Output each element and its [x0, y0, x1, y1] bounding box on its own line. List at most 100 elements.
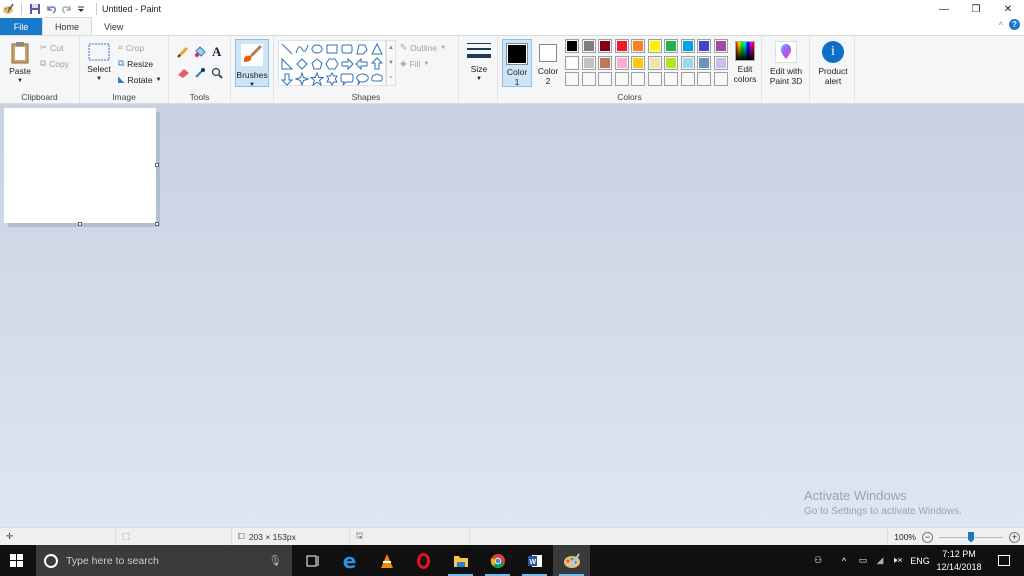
palette-color-swatch[interactable]: [581, 39, 596, 53]
text-tool-icon[interactable]: A: [212, 44, 221, 60]
shape-down-arrow-icon[interactable]: [280, 72, 295, 87]
palette-color-swatch[interactable]: [664, 39, 678, 53]
color-picker-icon[interactable]: [194, 67, 206, 79]
palette-color-swatch[interactable]: [713, 39, 728, 53]
fill-button[interactable]: ◈ Fill ▼: [400, 58, 429, 69]
eraser-icon[interactable]: [177, 68, 190, 79]
shape-rounded-rectangle-icon[interactable]: [340, 42, 355, 57]
palette-color-swatch[interactable]: [647, 72, 662, 86]
palette-color-swatch[interactable]: [697, 39, 711, 53]
people-icon[interactable]: ⚇: [806, 555, 830, 566]
zoom-slider-thumb[interactable]: [968, 531, 974, 543]
clock[interactable]: 7:12 PM 12/14/2018: [934, 548, 984, 574]
fill-bucket-icon[interactable]: [194, 45, 207, 58]
save-icon[interactable]: [29, 3, 41, 15]
color2-button[interactable]: Color 2: [534, 39, 562, 87]
crop-button[interactable]: ⌗ Crop: [118, 42, 144, 53]
opera-button[interactable]: [405, 545, 442, 576]
help-icon[interactable]: ?: [1009, 19, 1020, 30]
palette-color-swatch[interactable]: [664, 55, 678, 70]
shape-rectangle-icon[interactable]: [325, 42, 340, 57]
zoom-slider[interactable]: [939, 531, 1003, 543]
palette-color-swatch[interactable]: [614, 72, 629, 86]
palette-color-swatch[interactable]: [680, 39, 695, 53]
minimize-button[interactable]: —: [928, 0, 960, 18]
palette-color-swatch[interactable]: [598, 72, 612, 86]
word-button[interactable]: W: [516, 545, 553, 576]
resize-button[interactable]: ⧉ Resize: [118, 58, 153, 69]
palette-color-swatch[interactable]: [598, 55, 612, 70]
zoom-out-icon[interactable]: −: [922, 531, 933, 543]
palette-color-swatch[interactable]: [565, 39, 579, 53]
paint-button[interactable]: [553, 545, 590, 576]
shape-triangle-icon[interactable]: [370, 42, 385, 57]
shape-right-arrow-icon[interactable]: [340, 57, 355, 72]
file-explorer-button[interactable]: [442, 545, 479, 576]
select-button[interactable]: Select ▼: [84, 42, 114, 84]
shape-oval-icon[interactable]: [310, 42, 325, 57]
start-button[interactable]: [10, 554, 23, 569]
shape-hexagon-icon[interactable]: [325, 57, 340, 72]
language-indicator[interactable]: ENG: [906, 556, 934, 566]
shape-oval-callout-icon[interactable]: [355, 72, 370, 87]
palette-color-swatch[interactable]: [697, 72, 711, 86]
shape-polygon-icon[interactable]: [355, 42, 370, 57]
collapse-ribbon-icon[interactable]: ^: [999, 20, 1003, 30]
palette-color-swatch[interactable]: [631, 39, 645, 53]
canvas-workspace[interactable]: Activate Windows Go to Settings to activ…: [0, 104, 1024, 527]
palette-color-swatch[interactable]: [631, 55, 645, 70]
microphone-icon[interactable]: 🎙: [269, 554, 282, 567]
resize-handle-bottom[interactable]: [78, 222, 82, 226]
close-button[interactable]: ✕: [992, 0, 1024, 18]
shape-right-triangle-icon[interactable]: [280, 57, 295, 72]
wifi-icon[interactable]: ◢: [872, 555, 888, 566]
action-center-icon[interactable]: [984, 555, 1024, 566]
palette-color-swatch[interactable]: [680, 72, 695, 86]
shapes-gallery-scroll[interactable]: ▲ ▼ ⩡: [386, 40, 396, 86]
paste-button[interactable]: Paste ▼: [4, 40, 36, 86]
show-hidden-icons[interactable]: ^: [834, 556, 854, 566]
tab-home[interactable]: Home: [42, 17, 93, 35]
edge-button[interactable]: e: [331, 545, 368, 576]
palette-color-swatch[interactable]: [664, 72, 678, 86]
task-view-button[interactable]: [294, 545, 331, 576]
palette-color-swatch[interactable]: [565, 55, 579, 70]
shape-rounded-callout-icon[interactable]: [340, 72, 355, 87]
resize-handle-corner[interactable]: [155, 222, 159, 226]
copy-button[interactable]: ⧉ Copy: [40, 58, 69, 69]
pencil-icon[interactable]: [177, 46, 189, 58]
palette-color-swatch[interactable]: [614, 55, 629, 70]
palette-color-swatch[interactable]: [614, 39, 629, 53]
shape-diamond-icon[interactable]: [295, 57, 310, 72]
restore-button[interactable]: ❐: [960, 0, 992, 18]
palette-color-swatch[interactable]: [680, 55, 695, 70]
shape-curve-icon[interactable]: [295, 42, 310, 57]
customize-dropdown-icon[interactable]: [77, 3, 89, 15]
palette-color-swatch[interactable]: [581, 72, 596, 86]
shape-pentagon-icon[interactable]: [310, 57, 325, 72]
volume-muted-icon[interactable]: 🕨×: [888, 555, 906, 566]
edit-colors-button[interactable]: Edit colors: [730, 39, 760, 84]
drawing-canvas[interactable]: [4, 108, 156, 223]
palette-color-swatch[interactable]: [565, 72, 579, 86]
palette-color-swatch[interactable]: [713, 55, 728, 70]
tab-view[interactable]: View: [92, 18, 135, 35]
chrome-button[interactable]: [479, 545, 516, 576]
palette-color-swatch[interactable]: [631, 72, 645, 86]
zoom-in-icon[interactable]: +: [1009, 531, 1020, 543]
shape-five-point-star-icon[interactable]: [309, 71, 325, 87]
resize-handle-right[interactable]: [155, 163, 159, 167]
rotate-button[interactable]: ◣ Rotate ▼: [118, 74, 162, 85]
palette-color-swatch[interactable]: [598, 39, 612, 53]
magnifier-icon[interactable]: [211, 67, 223, 79]
outline-button[interactable]: ✎ Outline ▼: [400, 42, 446, 53]
palette-color-swatch[interactable]: [697, 55, 711, 70]
undo-icon[interactable]: [45, 3, 57, 15]
palette-color-swatch[interactable]: [647, 55, 662, 70]
shape-four-point-star-icon[interactable]: [294, 71, 310, 87]
vlc-button[interactable]: [368, 545, 405, 576]
battery-icon[interactable]: ▭: [854, 555, 872, 566]
shape-six-point-star-icon[interactable]: [325, 71, 340, 87]
edit-with-paint3d-button[interactable]: Edit with Paint 3D: [766, 39, 806, 86]
palette-color-swatch[interactable]: [581, 55, 596, 70]
